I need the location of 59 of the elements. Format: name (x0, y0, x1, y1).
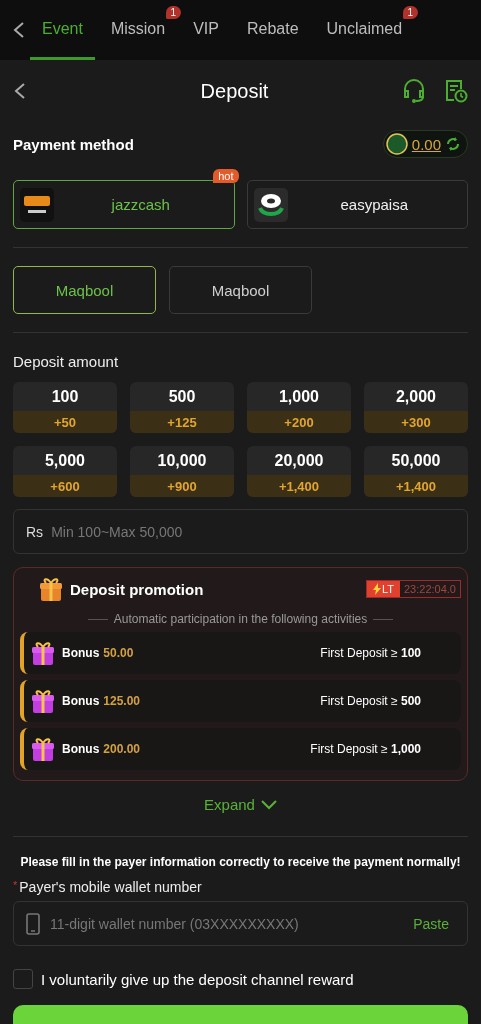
promotion-title: Deposit promotion (70, 580, 204, 598)
bonus-amount: 125.00 (103, 694, 141, 708)
nav-tab[interactable]: Event (30, 0, 95, 60)
refresh-icon[interactable] (445, 136, 461, 152)
amount-option[interactable]: 20,000 +1,400 (247, 446, 351, 497)
notification-badge: 1 (402, 6, 419, 19)
notification-badge: 1 (165, 6, 182, 19)
amount-option[interactable]: 2,000 +300 (364, 382, 468, 433)
gift-icon (30, 736, 56, 762)
checkbox-label: I voluntarily give up the deposit channel reward (41, 970, 354, 988)
bonus-label: Bonus (62, 646, 100, 660)
lightning-icon (372, 583, 381, 595)
promotion-subtitle: Automatic participation in the following activities (113, 612, 368, 626)
bonus-label: Bonus (62, 694, 100, 708)
section-title: Payment method (13, 135, 134, 153)
bonus-label: Bonus (62, 742, 100, 756)
bonus-amount: 50.00 (103, 646, 134, 660)
gift-icon (30, 688, 56, 714)
back-button[interactable] (13, 81, 27, 101)
wallet-logo-icon (20, 187, 54, 222)
back-button[interactable] (12, 20, 26, 40)
amount-input[interactable]: Min 100~Max 50,000 (49, 522, 455, 541)
payment-method-option[interactable]: easypaisa (246, 180, 468, 229)
amount-option[interactable]: 500 +125 (130, 382, 234, 433)
chevron-down-icon (260, 799, 277, 810)
amount-option[interactable]: 1,000 +200 (247, 382, 351, 433)
page-title: Deposit (200, 79, 269, 103)
gift-icon (38, 576, 64, 602)
amount-option[interactable]: 10,000 +900 (130, 446, 234, 497)
section-label: Deposit amount (13, 353, 120, 370)
nav-tab[interactable]: Rebate (234, 0, 311, 60)
hot-tag: hot (213, 169, 239, 183)
expand-button[interactable]: Expand (198, 795, 283, 814)
notice-text: Please fill in the payer information correctly to receive the payment normally! (19, 855, 462, 869)
bonus-condition: First Deposit ≥ 100 (320, 646, 421, 660)
amount-option[interactable]: 50,000 +1,400 (364, 446, 468, 497)
bonus-amount: 200.00 (103, 742, 141, 756)
wallet-number-input[interactable]: 11-digit wallet number (03XXXXXXXXX) (48, 914, 400, 933)
field-label: Payer's mobile wallet number (19, 879, 202, 895)
payment-method-option[interactable]: jazzcash (13, 180, 235, 229)
headset-icon[interactable] (402, 78, 426, 104)
gift-icon (30, 640, 56, 666)
wallet-logo-icon (253, 187, 288, 222)
balance-amount: 0.00 (411, 135, 441, 153)
countdown-timer: LT 23:22:04.0 (365, 580, 461, 598)
nav-tab[interactable]: VIP (181, 0, 231, 60)
bonus-condition: First Deposit ≥ 1,000 (310, 742, 421, 756)
phone-icon (26, 912, 40, 935)
amount-field[interactable]: Rs Min 100~Max 50,000 (13, 509, 468, 554)
history-icon[interactable] (444, 78, 468, 104)
wallet-number-field[interactable]: 11-digit wallet number (03XXXXXXXXX) Paste (13, 901, 468, 946)
amount-option[interactable]: 100 +50 (13, 382, 117, 433)
required-mark: * (13, 879, 18, 893)
channel-option[interactable]: Maqbool (169, 266, 312, 314)
channel-option[interactable]: Maqbool (13, 266, 156, 314)
amount-option[interactable]: 5,000 +600 (13, 446, 117, 497)
paste-button[interactable]: Paste (407, 914, 455, 933)
bonus-condition: First Deposit ≥ 500 (320, 694, 421, 708)
checkbox[interactable] (13, 969, 33, 989)
